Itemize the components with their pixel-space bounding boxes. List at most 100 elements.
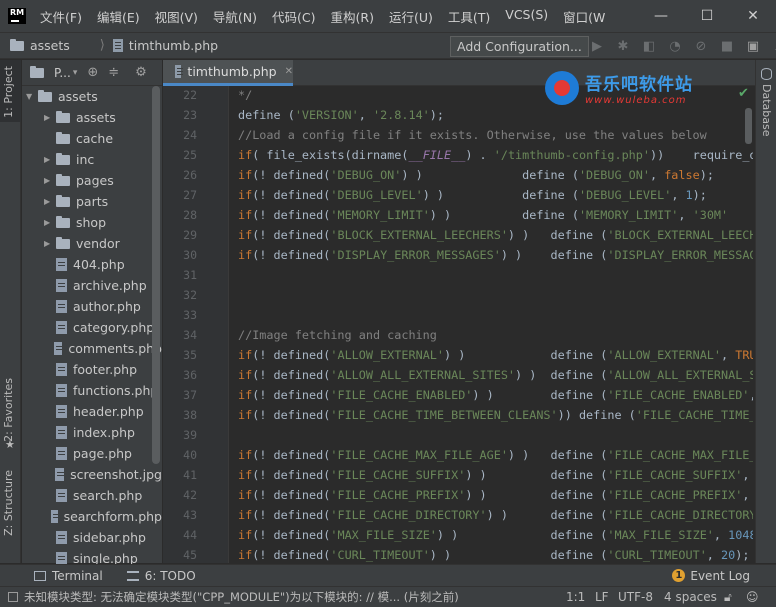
indent-setting[interactable]: 4 spaces bbox=[664, 590, 717, 604]
line-number: 26 bbox=[183, 168, 197, 182]
code-line: if(! defined('FILE_CACHE_PREFIX') ) defi… bbox=[238, 488, 753, 502]
tree-file[interactable]: 404.php bbox=[22, 254, 162, 275]
code-token: , bbox=[671, 188, 686, 202]
attach-icon[interactable]: ⊘ bbox=[692, 37, 710, 55]
event-log-button[interactable]: 1 Event Log bbox=[672, 569, 750, 583]
project-tool-tab[interactable]: 1: Project bbox=[2, 66, 15, 118]
breadcrumb-file[interactable]: timthumb.php bbox=[112, 38, 218, 53]
code-token: (! defined( bbox=[252, 448, 331, 462]
code-token: __FILE__ bbox=[408, 148, 466, 162]
notifications-icon[interactable]: ☺ bbox=[746, 590, 759, 604]
terminal-tool-button[interactable]: Terminal bbox=[34, 569, 103, 583]
code-editor[interactable]: */ define ('VERSION', '2.8.14'); //Load a … bbox=[230, 86, 753, 563]
line-number: 30 bbox=[183, 248, 197, 262]
tree-item-label: sidebar.php bbox=[73, 530, 146, 545]
menu-item-3[interactable]: 导航(N) bbox=[213, 7, 257, 26]
profile-icon[interactable]: ◔ bbox=[666, 37, 684, 55]
lock-icon[interactable]: 🔓︎ bbox=[724, 590, 732, 605]
close-button[interactable]: ✕ bbox=[730, 0, 776, 32]
tree-folder[interactable]: ▶ vendor bbox=[22, 233, 162, 254]
chevron-right-icon[interactable]: ▶ bbox=[44, 155, 56, 164]
tree-file[interactable]: comments.php bbox=[22, 338, 162, 359]
debug-icon[interactable]: ✱ bbox=[614, 37, 632, 55]
line-separator[interactable]: LF bbox=[595, 590, 609, 604]
tree-folder[interactable]: ▶ shop bbox=[22, 212, 162, 233]
tree-folder[interactable]: ▶ pages bbox=[22, 170, 162, 191]
maximize-button[interactable]: ☐ bbox=[684, 0, 730, 32]
event-log-label: Event Log bbox=[690, 568, 750, 583]
status-message[interactable]: 未知模块类型: 无法确定模块类型("CPP_MODULE")为以下模块的: //… bbox=[8, 589, 459, 605]
chevron-right-icon[interactable]: ▶ bbox=[44, 218, 56, 227]
add-configuration-button[interactable]: Add Configuration... bbox=[450, 36, 589, 57]
tree-file[interactable]: header.php bbox=[22, 401, 162, 422]
file-encoding[interactable]: UTF-8 bbox=[618, 590, 653, 604]
breadcrumb-folder[interactable]: assets bbox=[10, 38, 70, 53]
code-token: 'CURL_TIMEOUT' bbox=[607, 548, 707, 562]
database-tool-tab[interactable]: Database bbox=[760, 84, 773, 137]
menu-item-6[interactable]: 运行(U) bbox=[389, 7, 433, 26]
tree-file[interactable]: functions.php bbox=[22, 380, 162, 401]
code-token: 10485 bbox=[728, 528, 753, 542]
code-token: , bbox=[358, 108, 373, 122]
gear-icon[interactable]: ⚙ bbox=[135, 65, 147, 80]
tree-file[interactable]: page.php bbox=[22, 443, 162, 464]
code-token: if bbox=[238, 348, 253, 362]
stop-icon[interactable]: ■ bbox=[718, 37, 736, 55]
chevron-down-icon[interactable]: ▼ bbox=[26, 92, 38, 101]
favorites-tool-tab[interactable]: 2: Favorites bbox=[2, 378, 15, 442]
tree-item-label: footer.php bbox=[73, 362, 138, 377]
menu-item-4[interactable]: 代码(C) bbox=[272, 7, 315, 26]
chevron-right-icon[interactable]: ▶ bbox=[44, 113, 56, 122]
code-token: if bbox=[238, 368, 253, 382]
php-file-icon bbox=[175, 65, 184, 78]
tree-folder[interactable]: ▼ assets bbox=[22, 86, 162, 107]
chevron-right-icon[interactable]: ▶ bbox=[44, 239, 56, 248]
search-icon[interactable]: ⌕ bbox=[770, 37, 776, 55]
tree-folder[interactable]: ▶ parts bbox=[22, 191, 162, 212]
chevron-down-icon[interactable]: ▾ bbox=[73, 68, 78, 78]
tree-folder[interactable]: ▶ assets bbox=[22, 107, 162, 128]
tree-file[interactable]: search.php bbox=[22, 485, 162, 506]
menu-item-9[interactable]: 窗口(W bbox=[563, 7, 605, 26]
tree-folder[interactable]: ▶ inc bbox=[22, 149, 162, 170]
tree-item-label: vendor bbox=[76, 236, 120, 251]
breadcrumb-folder-label: assets bbox=[30, 38, 70, 53]
collapse-all-icon[interactable]: ≑ bbox=[108, 65, 119, 80]
code-token: 'ALLOW_ALL_EXTERNAL_SITES' bbox=[330, 368, 516, 382]
tree-file[interactable]: footer.php bbox=[22, 359, 162, 380]
menu-item-0[interactable]: 文件(F) bbox=[40, 7, 82, 26]
menu-item-2[interactable]: 视图(V) bbox=[155, 7, 198, 26]
coverage-icon[interactable]: ◧ bbox=[640, 37, 658, 55]
tree-file[interactable]: index.php bbox=[22, 422, 162, 443]
tree-file[interactable]: archive.php bbox=[22, 275, 162, 296]
locate-icon[interactable]: ⊕ bbox=[87, 65, 98, 80]
file-icon bbox=[56, 384, 67, 397]
menu-item-5[interactable]: 重构(R) bbox=[331, 7, 374, 26]
tree-file[interactable]: searchform.php bbox=[22, 506, 162, 527]
tree-file[interactable]: sidebar.php bbox=[22, 527, 162, 548]
chevron-right-icon[interactable]: ▶ bbox=[44, 197, 56, 206]
tree-folder[interactable]: cache bbox=[22, 128, 162, 149]
todo-tool-button[interactable]: 6: TODO bbox=[126, 569, 196, 583]
menu-item-7[interactable]: 工具(T) bbox=[448, 7, 490, 26]
code-token: ) ) define ( bbox=[465, 488, 608, 502]
structure-tool-tab[interactable]: Z: Structure bbox=[2, 470, 15, 536]
left-tool-stripe: 1: Project 2: Favorites ★ Z: Structure bbox=[0, 60, 21, 563]
run-icon[interactable]: ▶ bbox=[588, 37, 606, 55]
code-line: if(! defined('FILE_CACHE_TIME_BETWEEN_CL… bbox=[238, 408, 753, 422]
tree-file[interactable]: screenshot.jpg bbox=[22, 464, 162, 485]
editor-scrollbar[interactable] bbox=[745, 108, 752, 144]
menu-item-8[interactable]: VCS(S) bbox=[505, 7, 548, 26]
tree-file[interactable]: author.php bbox=[22, 296, 162, 317]
run-anything-icon[interactable]: ▣ bbox=[744, 37, 762, 55]
project-view-selector[interactable]: P... bbox=[54, 66, 71, 80]
code-token: 'FILE_CACHE_TIME_E bbox=[635, 408, 753, 422]
tree-file[interactable]: category.php bbox=[22, 317, 162, 338]
close-icon[interactable]: ✕ bbox=[285, 66, 293, 77]
project-scrollbar[interactable] bbox=[152, 86, 160, 464]
minimize-button[interactable]: — bbox=[638, 0, 684, 32]
chevron-right-icon[interactable]: ▶ bbox=[44, 176, 56, 185]
caret-position[interactable]: 1:1 bbox=[566, 590, 585, 604]
menu-item-1[interactable]: 编辑(E) bbox=[97, 7, 140, 26]
tab-timthumb[interactable]: timthumb.php ✕ bbox=[163, 60, 293, 86]
